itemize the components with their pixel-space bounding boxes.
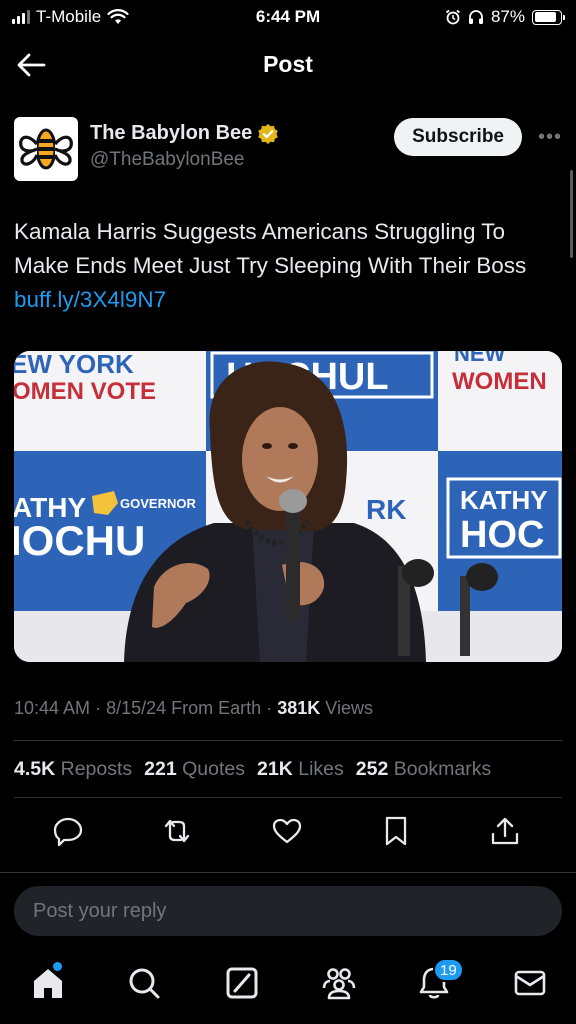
sign-left-governor: GOVERNOR [120, 496, 196, 511]
tab-search[interactable] [125, 964, 163, 1002]
tab-communities[interactable] [320, 964, 358, 1002]
views-label: Views [325, 698, 373, 718]
alarm-icon [445, 9, 461, 25]
post-stats: 4.5K Reposts 221 Quotes 21K Likes 252 Bo… [14, 758, 491, 781]
communities-icon [322, 968, 356, 1000]
quotes-stat[interactable]: 221 Quotes [144, 758, 245, 781]
sign-left-hochul: IOCHU [14, 517, 145, 564]
likes-label: Likes [298, 758, 344, 780]
reply-input[interactable]: Post your reply [14, 886, 562, 936]
likes-stat[interactable]: 21K Likes [257, 758, 344, 781]
divider [14, 740, 562, 741]
post-time: 10:44 AM [14, 698, 91, 718]
photo-illustration: EW YORK OMEN VOTE HOCHUL NEW WOMEN ATHY … [14, 351, 562, 662]
repost-icon[interactable] [160, 814, 194, 848]
tab-home[interactable] [29, 962, 67, 1002]
bookmark-icon[interactable] [379, 814, 413, 848]
author-name-text: The Babylon Bee [90, 122, 253, 144]
reply-placeholder: Post your reply [33, 899, 167, 922]
post-image[interactable]: EW YORK OMEN VOTE HOCHUL NEW WOMEN ATHY … [14, 351, 562, 662]
post-author: The Babylon Bee @TheBabylonBee Subscribe… [14, 116, 562, 184]
share-icon[interactable] [488, 814, 522, 848]
post-source: From Earth [171, 698, 262, 718]
scrollbar[interactable] [570, 170, 573, 258]
post-body: Kamala Harris Suggests Americans Struggl… [14, 219, 527, 278]
search-icon [129, 968, 160, 999]
likes-count: 21K [257, 758, 293, 780]
more-options-icon[interactable]: ••• [538, 126, 562, 149]
sign-left-top: EW YORK [14, 351, 134, 379]
author-handle[interactable]: @TheBabylonBee [90, 149, 279, 171]
post-actions [0, 810, 576, 854]
battery-percent: 87% [490, 7, 525, 26]
status-right: 87% [445, 7, 565, 27]
tab-notifications[interactable]: 19 [415, 958, 464, 1002]
avatar[interactable] [14, 117, 78, 181]
status-bar: T-Mobile 6:44 PM 87% [0, 0, 576, 34]
sign-left-mid: OMEN VOTE [14, 378, 156, 405]
author-display-name[interactable]: The Babylon Bee [90, 122, 279, 145]
bottom-tab-bar: 19 [0, 950, 576, 1024]
battery-icon [532, 9, 565, 25]
notifications-badge: 19 [433, 958, 464, 982]
post-meta: 10:44 AM · 8/15/24 From Earth · 381K Vie… [14, 698, 373, 719]
page-title: Post [263, 51, 313, 77]
author-names: The Babylon Bee @TheBabylonBee [90, 122, 279, 171]
home-icon [34, 969, 62, 998]
like-icon[interactable] [270, 814, 304, 848]
bookmarks-label: Bookmarks [393, 758, 492, 780]
subscribe-button[interactable]: Subscribe [394, 118, 522, 156]
bee-logo-icon [19, 128, 73, 170]
sign-right-mid: WOMEN [452, 368, 547, 395]
divider [14, 797, 562, 798]
quotes-label: Quotes [182, 758, 246, 780]
sign-right-top: NEW [454, 351, 506, 366]
meta-separator: · [266, 698, 273, 718]
reposts-label: Reposts [60, 758, 133, 780]
messages-icon [514, 970, 546, 996]
sign-center-rk: RK [366, 494, 406, 525]
tab-messages[interactable] [511, 964, 549, 1002]
sign-right-hochul: HOC [460, 514, 544, 556]
sign-right-kathy: KATHY [460, 485, 548, 515]
bookmarks-count: 252 [355, 758, 389, 780]
tab-grok[interactable] [223, 964, 261, 1002]
post-header: Post [0, 34, 576, 96]
verified-badge-icon [258, 123, 279, 144]
divider [0, 872, 576, 873]
post-date: 8/15/24 [106, 698, 167, 718]
post-text: Kamala Harris Suggests Americans Struggl… [14, 215, 562, 317]
reply-icon[interactable] [51, 814, 85, 848]
quotes-count: 221 [144, 758, 177, 780]
headphones-icon [468, 10, 483, 24]
bookmarks-stat[interactable]: 252 Bookmarks [356, 758, 492, 781]
grok-icon [226, 967, 258, 999]
views-count: 381K [277, 698, 321, 718]
meta-separator: · [95, 698, 102, 718]
reposts-stat[interactable]: 4.5K Reposts [14, 758, 132, 781]
reposts-count: 4.5K [14, 758, 56, 780]
home-notification-dot [53, 962, 62, 971]
post-link[interactable]: buff.ly/3X4l9N7 [14, 287, 166, 312]
